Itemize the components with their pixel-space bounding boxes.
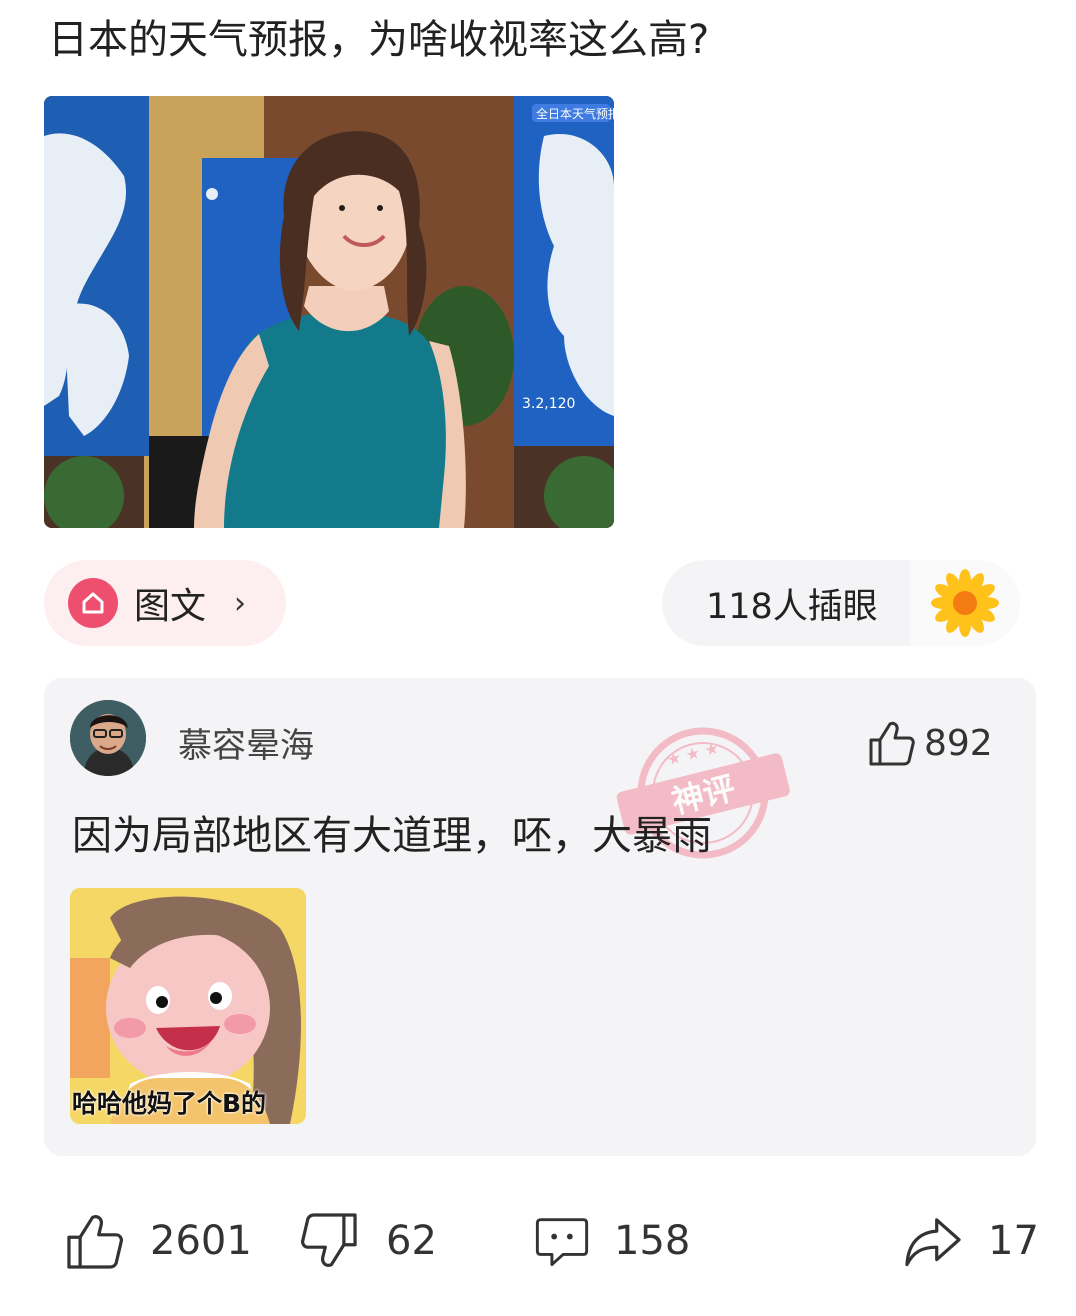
avatar[interactable] bbox=[70, 700, 146, 776]
post-like-count: 2601 bbox=[150, 1218, 252, 1264]
share-icon bbox=[905, 1218, 961, 1267]
home-icon bbox=[68, 578, 118, 628]
comment-text: 因为局部地区有大道理，呸，大暴雨 bbox=[72, 813, 712, 859]
thumbs-up-icon bbox=[869, 721, 915, 766]
comment-username[interactable]: 慕容晕海 bbox=[178, 718, 314, 767]
comment-like-count: 892 bbox=[924, 722, 993, 764]
thumbs-down-icon bbox=[301, 1213, 357, 1267]
sunflower-icon[interactable] bbox=[910, 560, 1020, 646]
post-share-count: 17 bbox=[988, 1218, 1039, 1264]
post-dislike-count: 62 bbox=[386, 1218, 437, 1264]
comment-like-button[interactable]: 892 bbox=[866, 718, 993, 768]
post-like-button[interactable]: 2601 bbox=[64, 1206, 252, 1276]
chevron-right-icon: › bbox=[234, 585, 247, 621]
thumbs-up-icon bbox=[67, 1215, 123, 1269]
post-title: 日本的天气预报，为啥收视率这么高? bbox=[48, 17, 710, 63]
svg-text:★ ★ ★: ★ ★ ★ bbox=[665, 738, 721, 769]
svg-text:全日本天气预报: 全日本天气预报 bbox=[536, 106, 614, 121]
tag-pill[interactable]: 图文 › bbox=[44, 560, 286, 646]
post-comment-button[interactable]: 158 bbox=[534, 1206, 690, 1276]
comment-sticker-image[interactable]: 哈哈他妈了个B的 bbox=[70, 888, 306, 1124]
svg-text:3.2,120: 3.2,120 bbox=[522, 396, 575, 412]
comment-icon bbox=[535, 1218, 589, 1266]
post-share-button[interactable]: 17 bbox=[902, 1206, 1039, 1276]
post-comment-count: 158 bbox=[614, 1218, 691, 1264]
viewers-pill[interactable]: 118人插眼 bbox=[662, 560, 1020, 646]
viewers-count: 118人插眼 bbox=[706, 586, 878, 627]
tag-label: 图文 bbox=[134, 586, 207, 627]
weather-presenter-photo: 全日本天气预报 3.2,120 bbox=[44, 96, 614, 528]
post-dislike-button[interactable]: 62 bbox=[298, 1206, 437, 1276]
post-image[interactable]: 全日本天气预报 3.2,120 bbox=[44, 96, 614, 528]
sticker-caption: 哈哈他妈了个B的 bbox=[72, 1089, 267, 1118]
